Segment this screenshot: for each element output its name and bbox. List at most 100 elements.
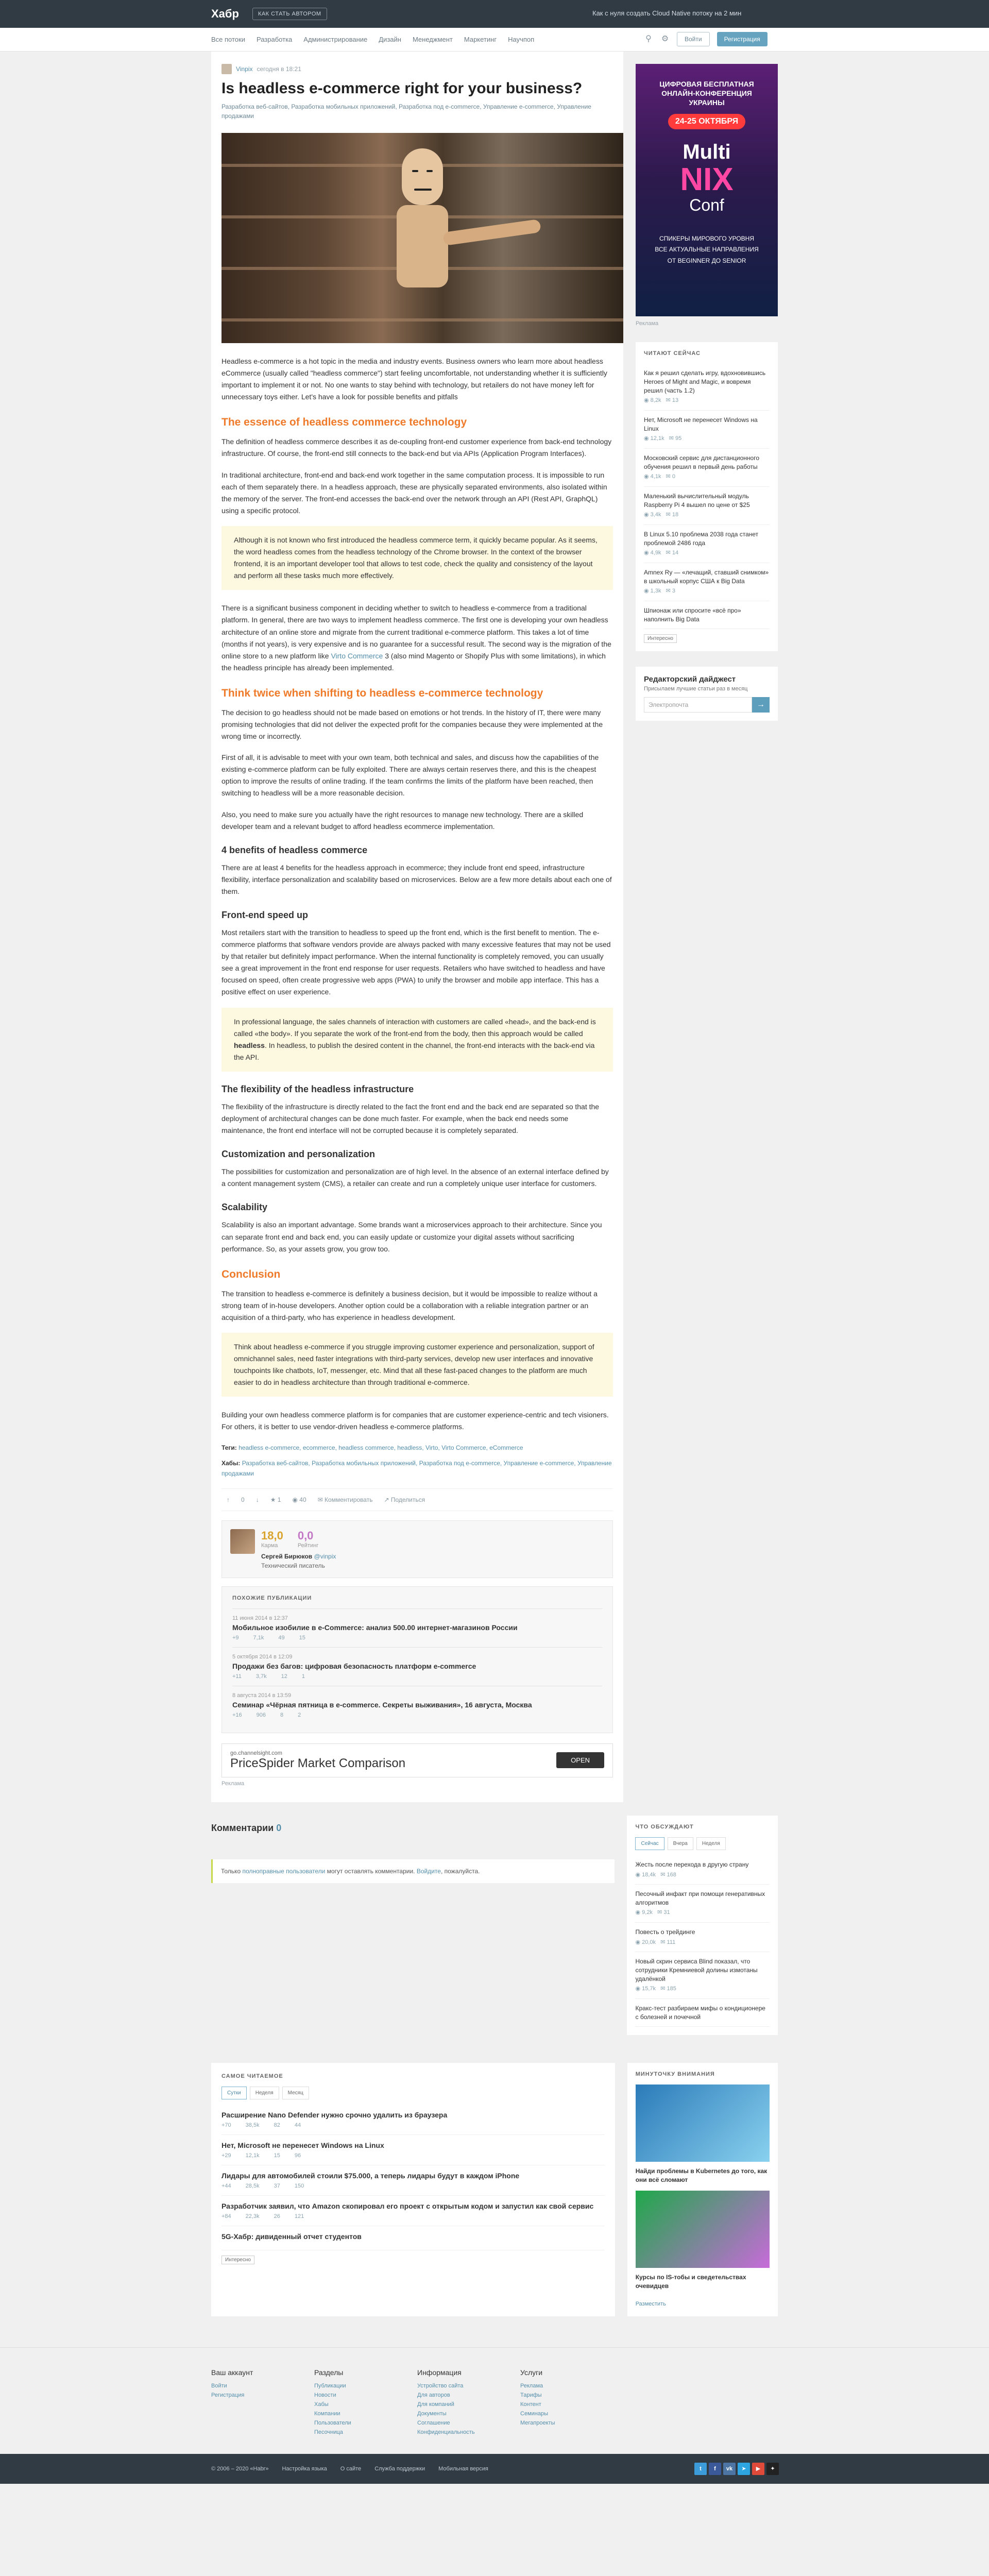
twitter-icon[interactable]: t bbox=[694, 2462, 707, 2475]
nav-item-dev[interactable]: Разработка bbox=[257, 36, 292, 43]
share-button[interactable]: ↗ Поделиться bbox=[384, 1496, 425, 1503]
tab-now[interactable]: Сейчас bbox=[635, 1837, 664, 1850]
nav-item-all[interactable]: Все потоки bbox=[211, 36, 245, 43]
nav-item-admin[interactable]: Администрирование bbox=[303, 36, 367, 43]
author-avatar[interactable] bbox=[221, 64, 232, 74]
similar-post-link[interactable]: Мобильное изобилие в e-Commerce: анализ … bbox=[232, 1623, 602, 1632]
list-item[interactable]: 5G-Хабр: дивиденный отчет студентов bbox=[221, 2226, 605, 2251]
register-button[interactable]: Регистрация bbox=[717, 32, 768, 46]
conference-banner[interactable]: ЦИФРОВАЯ БЕСПЛАТНАЯ ОНЛАЙН-КОНФЕРЕНЦИЯ У… bbox=[636, 64, 778, 316]
footer-link[interactable]: Публикации bbox=[314, 2383, 417, 2389]
list-item[interactable]: Шпионаж или спросите «всё про» наполнить… bbox=[644, 601, 770, 630]
article-hubs[interactable]: Разработка веб-сайтов, Разработка мобиль… bbox=[221, 102, 613, 121]
bookmark-icon[interactable]: ★ 1 bbox=[270, 1496, 281, 1503]
nav-item-marketing[interactable]: Маркетинг bbox=[464, 36, 497, 43]
footer-link[interactable]: Контент bbox=[520, 2401, 623, 2408]
similar-heading: Похожие публикации bbox=[232, 1595, 312, 1601]
list-item[interactable]: Кракс-тест разбираем мифы о кондиционере… bbox=[635, 1999, 770, 2027]
vote-down-icon[interactable]: ↓ bbox=[256, 1496, 259, 1503]
author-link[interactable]: Vinpix bbox=[236, 65, 252, 73]
author-name[interactable]: Сергей Бирюков bbox=[261, 1553, 312, 1560]
similar-post-link[interactable]: Семинар «Чёрная пятница в e-commerce. Се… bbox=[232, 1701, 602, 1709]
tab-week[interactable]: Неделя bbox=[696, 1837, 726, 1850]
vote-up-icon[interactable]: ↑ bbox=[227, 1496, 230, 1503]
settings-icon[interactable]: ⚙ bbox=[660, 35, 670, 44]
virto-commerce-link[interactable]: Virto Commerce bbox=[331, 652, 383, 660]
language-settings-link[interactable]: Настройка языка bbox=[282, 2466, 327, 2472]
tab-day[interactable]: Сутки bbox=[221, 2087, 247, 2100]
list-item[interactable]: Московский сервис для дистанционного обу… bbox=[644, 449, 770, 487]
login-link[interactable]: Войдите bbox=[417, 1868, 441, 1875]
place-ad-link[interactable]: Разместить bbox=[636, 2301, 666, 2307]
list-item[interactable]: Как я решил сделать игру, вдохновившись … bbox=[644, 364, 770, 411]
footer-link[interactable]: Регистрация bbox=[211, 2392, 314, 2398]
similar-post-link[interactable]: Продажи без багов: цифровая безопасность… bbox=[232, 1662, 602, 1670]
email-field[interactable]: Электропочта bbox=[644, 697, 752, 713]
footer-link[interactable]: Новости bbox=[314, 2392, 417, 2398]
footer-link[interactable]: Пользователи bbox=[314, 2420, 417, 2426]
tags-links[interactable]: headless e-commerce, ecommerce, headless… bbox=[238, 1444, 523, 1451]
list-item[interactable]: Маленький вычислительный модуль Raspberr… bbox=[644, 487, 770, 525]
ad-open-button[interactable]: OPEN bbox=[556, 1752, 604, 1769]
facebook-icon[interactable]: f bbox=[709, 2462, 721, 2475]
comment-button[interactable]: ✉ Комментировать bbox=[318, 1496, 373, 1503]
mobile-version-link[interactable]: Мобильная версия bbox=[438, 2466, 488, 2472]
footer-link[interactable]: Мегапроекты bbox=[520, 2420, 623, 2426]
footer-link[interactable]: Хабы bbox=[314, 2401, 417, 2408]
nav-item-popsci[interactable]: Научпоп bbox=[508, 36, 534, 43]
footer-link[interactable]: Войти bbox=[211, 2383, 314, 2389]
tab-yesterday[interactable]: Вчера bbox=[667, 1837, 693, 1850]
hubs-links[interactable]: Разработка веб-сайтов, Разработка мобиль… bbox=[221, 1460, 612, 1477]
footer-link[interactable]: Песочница bbox=[314, 2429, 417, 2435]
tab-month[interactable]: Месяц bbox=[282, 2087, 309, 2100]
support-link[interactable]: Служба поддержки bbox=[374, 2466, 425, 2472]
subscribe-arrow-icon[interactable]: → bbox=[752, 697, 770, 713]
list-item[interactable]: Нет, Microsoft не перенесет Windows на L… bbox=[221, 2135, 605, 2166]
more-button[interactable]: Интересно bbox=[221, 2256, 254, 2265]
nav-item-management[interactable]: Менеджмент bbox=[413, 36, 453, 43]
header-promo-link[interactable]: Как с нуля создать Cloud Native потоку н… bbox=[592, 9, 741, 17]
footer-link[interactable]: Устройство сайта bbox=[417, 2383, 520, 2389]
more-button[interactable]: Интересно bbox=[644, 634, 677, 643]
list-item[interactable]: Разработчик заявил, что Amazon скопирова… bbox=[221, 2196, 605, 2227]
login-button[interactable]: Войти bbox=[677, 32, 710, 46]
list-item[interactable]: Нет, Microsoft не перенесет Windows на L… bbox=[644, 411, 770, 449]
author-avatar[interactable] bbox=[230, 1529, 255, 1554]
paragraph: Most retailers start with the transition… bbox=[221, 928, 611, 996]
footer-link[interactable]: Семинары bbox=[520, 2411, 623, 2417]
search-icon[interactable]: ⚲ bbox=[644, 35, 653, 44]
become-author-button[interactable]: КАК СТАТЬ АВТОРОМ bbox=[252, 8, 327, 20]
footer-link[interactable]: Реклама bbox=[520, 2383, 623, 2389]
ad-banner[interactable]: go.channelsight.com PriceSpider Market Co… bbox=[221, 1743, 613, 1777]
about-link[interactable]: О сайте bbox=[340, 2466, 361, 2472]
kubernetes-promo-image[interactable] bbox=[635, 2084, 770, 2162]
list-item[interactable]: Amnex Ry — «лечащий, ставший снимком» в … bbox=[644, 563, 770, 601]
list-item[interactable]: Новый скрин сервиса Blind показал, что с… bbox=[635, 1952, 770, 1999]
list-item[interactable]: Повесть о трейдинге ◉ 20,0k ✉ 111 bbox=[635, 1923, 770, 1953]
footer-link[interactable]: Конфиденциальность bbox=[417, 2429, 520, 2435]
author-handle[interactable]: @vinpix bbox=[314, 1553, 336, 1560]
zen-icon[interactable]: ✦ bbox=[766, 2462, 779, 2475]
list-item[interactable]: Лидары для автомобилей стоили $75.000, а… bbox=[221, 2165, 605, 2196]
habr-logo[interactable]: Хабр bbox=[211, 7, 239, 21]
footer-link[interactable]: Для компаний bbox=[417, 2401, 520, 2408]
similar-posts: Похожие публикации 11 июня 2014 в 12:37 … bbox=[221, 1586, 613, 1733]
list-item[interactable]: Расширение Nano Defender нужно срочно уд… bbox=[221, 2105, 605, 2136]
course-promo-image[interactable] bbox=[635, 2191, 770, 2268]
youtube-icon[interactable]: ▶ bbox=[752, 2462, 764, 2475]
footer-link[interactable]: Соглашение bbox=[417, 2420, 520, 2426]
footer-link[interactable]: Для авторов bbox=[417, 2392, 520, 2398]
list-item[interactable]: В Linux 5.10 проблема 2038 года станет п… bbox=[644, 525, 770, 563]
footer-link[interactable]: Тарифы bbox=[520, 2392, 623, 2398]
full-users-link[interactable]: полноправные пользователи bbox=[242, 1868, 325, 1875]
list-item[interactable]: Жесть после перехода в другую страну ◉ 18… bbox=[635, 1855, 770, 1885]
nav-item-design[interactable]: Дизайн bbox=[379, 36, 401, 43]
telegram-icon[interactable]: ➤ bbox=[738, 2462, 750, 2475]
promo-link[interactable]: Курсы по IS-тобы и сведетельствах очевид… bbox=[636, 2273, 770, 2291]
footer-link[interactable]: Документы bbox=[417, 2411, 520, 2417]
vk-icon[interactable]: vk bbox=[723, 2462, 736, 2475]
footer-link[interactable]: Компании bbox=[314, 2411, 417, 2417]
promo-link[interactable]: Найди проблемы в Kubernetes до того, как… bbox=[636, 2167, 770, 2184]
list-item[interactable]: Песочный инфакт при помощи генеративных … bbox=[635, 1885, 770, 1923]
tab-week[interactable]: Неделя bbox=[249, 2087, 279, 2100]
